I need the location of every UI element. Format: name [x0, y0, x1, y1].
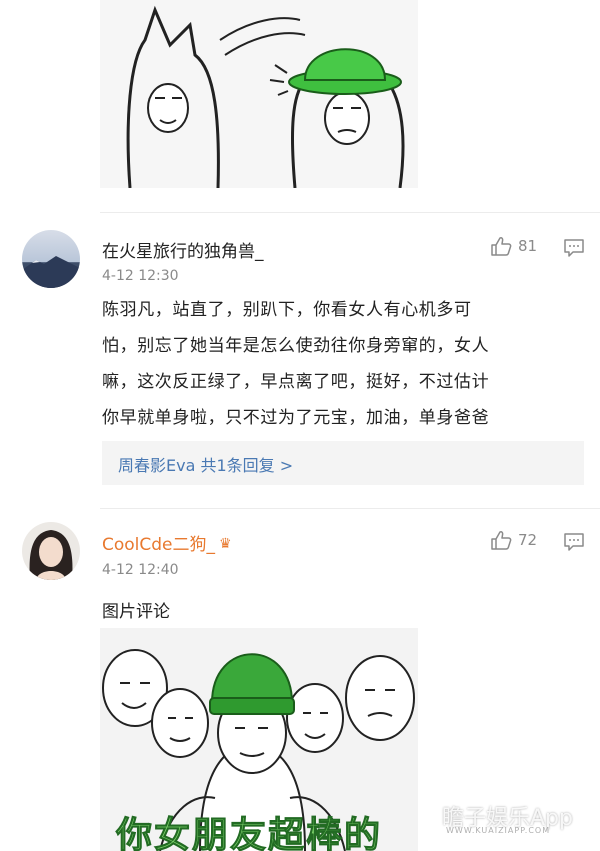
view-replies-link[interactable]: 周春影Eva 共1条回复 > [118, 452, 293, 476]
vip-badge-icon: ♛ [219, 536, 232, 552]
username[interactable]: 在火星旅行的独角兽_ [102, 237, 264, 262]
comment-icon[interactable] [563, 532, 585, 552]
watermark-url: WWW.KUAIZIAPP.COM [446, 826, 551, 835]
avatar[interactable] [22, 230, 80, 288]
meme-drawing-top [126, 5, 405, 188]
thumbs-up-icon [491, 237, 512, 256]
reply-preview-box[interactable]: 周春影Eva 共1条回复 > [102, 441, 584, 485]
comment-text: 图片评论 [102, 602, 170, 622]
comment-line: 陈羽凡，站直了，别趴下，你看女人有心机多可 [102, 300, 472, 320]
like-button[interactable]: 72 [490, 530, 537, 550]
username-text: CoolCde二狗_ [102, 535, 216, 555]
comment-icon[interactable] [563, 238, 585, 258]
comment-text: 陈羽凡，站直了，别趴下，你看女人有心机多可 怕，别忘了她当年是怎么使劲往你身旁窜… [102, 292, 584, 436]
thumbs-up-icon [491, 531, 512, 550]
like-count: 81 [518, 237, 538, 255]
portrait-avatar-image [29, 530, 73, 580]
like-button[interactable]: 81 [490, 236, 537, 256]
timestamp: 4-12 12:30 [102, 268, 179, 284]
meme-caption: 你女朋友超棒的 [116, 815, 383, 851]
comment-line: 怕，别忘了她当年是怎么使劲往你身旁窜的，女人 [102, 336, 490, 356]
username[interactable]: CoolCde二狗_ ♛ [102, 530, 232, 555]
divider [100, 508, 600, 509]
comment-line: 你早就单身啦，只不过为了元宝，加油，单身爸爸 [102, 408, 490, 428]
mountain-avatar-image [22, 256, 80, 288]
divider [100, 212, 600, 213]
meme-image-top[interactable] [100, 0, 418, 188]
comment-line: 嘛，这次反正绿了，早点离了吧，挺好，不过估计 [102, 372, 490, 392]
meme-image-bottom[interactable]: 你女朋友超棒的 [100, 628, 418, 851]
avatar[interactable] [22, 522, 80, 580]
like-count: 72 [518, 531, 538, 549]
timestamp: 4-12 12:40 [102, 562, 179, 578]
